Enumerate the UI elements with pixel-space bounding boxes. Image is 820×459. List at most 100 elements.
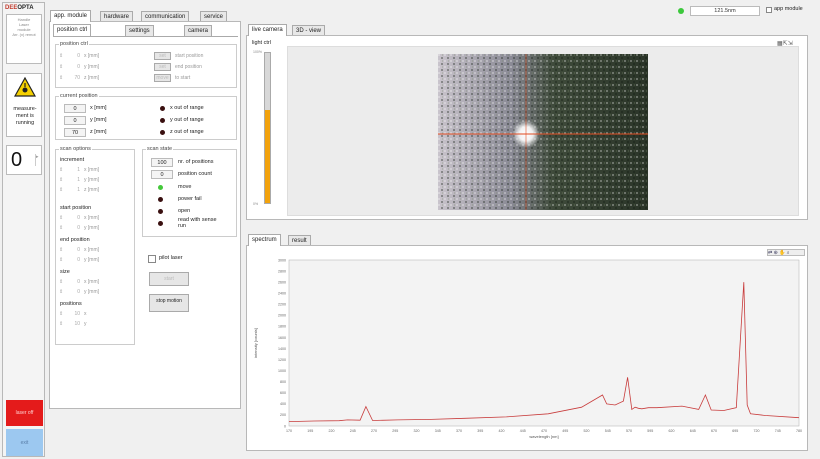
measurement-running-label: measure-ment is running bbox=[13, 106, 37, 126]
set-start-button[interactable]: set bbox=[154, 52, 171, 60]
x-tick-label: 780 bbox=[796, 429, 802, 433]
end-row-y[interactable]: ⇕ 0 y [mm] bbox=[59, 256, 99, 264]
laser-off-button[interactable]: laser off bbox=[6, 400, 43, 426]
x-tick-label: 195 bbox=[307, 429, 313, 433]
y-tick-label: 200 bbox=[280, 413, 286, 417]
scan-options-group: scan options increment ⇕ 1 x [mm] ⇕ 1 y [mm]… bbox=[55, 146, 135, 345]
camera-image bbox=[438, 54, 648, 210]
tab-spectrum[interactable]: spectrum bbox=[248, 234, 281, 246]
position-row-x[interactable]: ⇕ 0 x [mm] bbox=[59, 52, 99, 60]
current-position-group: current position 0 0 70 x [mm] y [mm] z … bbox=[55, 93, 237, 140]
y-tick-label: 2400 bbox=[278, 292, 286, 296]
set-end-button[interactable]: set bbox=[154, 63, 171, 71]
subtab-settings[interactable]: settings bbox=[125, 25, 154, 36]
current-x-value: 0 bbox=[64, 104, 86, 113]
position-row-y[interactable]: ⇕ 0 y [mm] bbox=[59, 63, 99, 71]
y-range-led bbox=[160, 118, 165, 123]
current-position-title: current position bbox=[59, 93, 99, 99]
subtab-camera[interactable]: camera bbox=[184, 25, 213, 36]
increment-title: increment bbox=[60, 157, 85, 163]
light-slider-track[interactable] bbox=[264, 52, 271, 204]
x-tick-label: 395 bbox=[477, 429, 483, 433]
scan-state-group: scan state 100 0 nr. of positions positi… bbox=[142, 146, 237, 237]
x-tick-label: 620 bbox=[669, 429, 675, 433]
app-module-label: app module bbox=[774, 6, 803, 12]
laser-warning-panel: measure-ment is running bbox=[6, 73, 42, 137]
positions-row-y[interactable]: ⇕ 10 y bbox=[59, 320, 87, 328]
size-row-y[interactable]: ⇕ 0 y [mm] bbox=[59, 288, 99, 296]
scan-state-title: scan state bbox=[146, 146, 174, 152]
pilot-laser-checkbox[interactable] bbox=[148, 255, 156, 263]
x-tick-label: 470 bbox=[541, 429, 547, 433]
move-led bbox=[158, 185, 163, 190]
y-out-of-range-label: y out of range bbox=[170, 117, 204, 123]
x-tick-label: 595 bbox=[647, 429, 653, 433]
start-button[interactable]: start bbox=[149, 272, 189, 286]
scan-options-title: scan options bbox=[59, 146, 92, 152]
x-ticks: 170 195 220 245 270 295 320 345 370 395 420 445 470 4… bbox=[286, 429, 802, 433]
camera-panel: light ctrl 100% 0% ▦⇱⇲ bbox=[246, 35, 808, 220]
start-row-x[interactable]: ⇕ 0 x [mm] bbox=[59, 214, 99, 222]
position-count-value: 0 bbox=[151, 170, 173, 179]
increment-row-x[interactable]: ⇕ 1 x [mm] bbox=[59, 166, 99, 174]
subtab-divider bbox=[53, 36, 238, 37]
counter-spin-icon[interactable]: ▸ bbox=[35, 154, 40, 166]
tab-live-camera[interactable]: live camera bbox=[248, 24, 287, 36]
y-ticks: 0 200 400 600 800 1000 1200 1400 1600 1800 2000 220… bbox=[278, 258, 286, 428]
tab-app-module[interactable]: app. module bbox=[50, 10, 92, 22]
open-led bbox=[158, 209, 163, 214]
spectrum-panel: ⇄ ⊕ ✋ ⌕ 0 200 400 600 800 1000 1200 1400 1600 180… bbox=[246, 245, 808, 451]
y-axis-label: intensity [counts] bbox=[253, 328, 258, 358]
y-tick-label: 1800 bbox=[278, 325, 286, 329]
start-position-label: start position bbox=[175, 53, 204, 59]
open-label: open bbox=[178, 208, 191, 214]
camera-toolbar-icons[interactable]: ▦⇱⇲ bbox=[777, 40, 793, 47]
z-out-of-range-label: z out of range bbox=[170, 129, 204, 135]
power-fail-label: power fail bbox=[178, 196, 202, 202]
power-fail-led bbox=[158, 197, 163, 202]
size-row-x[interactable]: ⇕ 0 x [mm] bbox=[59, 278, 99, 286]
y-tick-label: 2200 bbox=[278, 303, 286, 307]
x-tick-label: 670 bbox=[711, 429, 717, 433]
increment-row-y[interactable]: ⇕ 1 y [mm] bbox=[59, 176, 99, 184]
y-tick-label: 1600 bbox=[278, 336, 286, 340]
position-row-z[interactable]: ⇕ 70 z [mm] bbox=[59, 74, 99, 82]
increment-row-z[interactable]: ⇕ 1 z [mm] bbox=[59, 186, 99, 194]
x-tick-label: 345 bbox=[435, 429, 441, 433]
start-row-y[interactable]: ⇕ 0 y [mm] bbox=[59, 224, 99, 232]
spectrum-chart[interactable]: 0 200 400 600 800 1000 1200 1400 1600 1800 2000 220… bbox=[247, 246, 809, 452]
left-strip: DEEOPTA Handle Laser module Arr. (x) rem… bbox=[2, 2, 45, 457]
move-to-start-button[interactable]: move bbox=[154, 74, 171, 82]
x-tick-label: 445 bbox=[520, 429, 526, 433]
counter-display: 0 ▸ bbox=[6, 145, 42, 175]
positions-row-x[interactable]: ⇕ 10 x bbox=[59, 310, 87, 318]
x-tick-label: 220 bbox=[329, 429, 335, 433]
y-tick-label: 1200 bbox=[278, 358, 286, 362]
stop-motion-button[interactable]: stop motion bbox=[149, 294, 189, 312]
status-led bbox=[678, 8, 684, 14]
move-label: move bbox=[178, 184, 192, 190]
x-range-led bbox=[160, 106, 165, 111]
position-ctrl-title: position ctrl bbox=[59, 41, 89, 47]
subtab-position-ctrl[interactable]: position ctrl bbox=[53, 24, 92, 36]
light-top-value: 100% bbox=[253, 50, 262, 54]
wavelength-field[interactable]: 121.5nm bbox=[690, 6, 760, 16]
current-y-unit: y [mm] bbox=[90, 117, 107, 123]
x-tick-label: 745 bbox=[775, 429, 781, 433]
size-title: size bbox=[60, 269, 70, 275]
start-position-title: start position bbox=[60, 205, 92, 211]
pilot-laser-label: pilot laser bbox=[159, 255, 183, 261]
x-tick-label: 245 bbox=[350, 429, 356, 433]
camera-viewport[interactable] bbox=[287, 46, 799, 216]
y-tick-label: 400 bbox=[280, 402, 286, 406]
light-bottom-value: 0% bbox=[253, 202, 259, 206]
position-ctrl-group: position ctrl ⇕ 0 x [mm] ⇕ 0 y [mm] ⇕ 70 z [mm… bbox=[55, 41, 237, 88]
app-module-checkbox[interactable] bbox=[766, 7, 772, 13]
read-sense-led bbox=[158, 221, 163, 226]
end-position-label: end position bbox=[175, 64, 202, 70]
x-tick-label: 520 bbox=[584, 429, 590, 433]
light-ctrl-label: light ctrl bbox=[252, 40, 271, 46]
current-y-value: 0 bbox=[64, 116, 86, 125]
exit-button[interactable]: exit bbox=[6, 429, 43, 456]
end-row-x[interactable]: ⇕ 0 x [mm] bbox=[59, 246, 99, 254]
